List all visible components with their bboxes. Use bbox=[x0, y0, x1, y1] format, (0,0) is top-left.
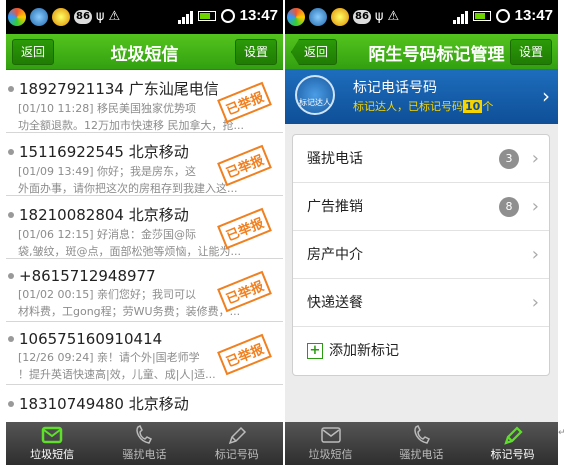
chevron-right-icon: › bbox=[531, 148, 539, 169]
chevron-right-icon: › bbox=[542, 84, 550, 108]
app-icon-2 bbox=[309, 8, 327, 26]
mark-expert-banner[interactable]: 标记达人 标记电话号码 标记达人，已标记号码 10 个 › bbox=[285, 70, 558, 124]
chevron-right-icon: › bbox=[531, 244, 539, 265]
alarm-icon bbox=[220, 8, 235, 23]
app-icon-3 bbox=[331, 8, 349, 26]
status-bar: 86 ψ ⚠ 13:47 bbox=[285, 0, 558, 34]
battery-icon bbox=[197, 10, 216, 21]
edge-mark: ↵ bbox=[558, 428, 564, 438]
tab-spam-sms[interactable]: 垃圾短信 bbox=[285, 422, 376, 465]
signal-icon bbox=[452, 8, 468, 24]
warning-icon: ⚠ bbox=[387, 9, 400, 24]
category-item-ads[interactable]: 广告推销 8 › bbox=[293, 183, 549, 231]
category-count-badge: 3 bbox=[499, 149, 519, 169]
tab-label: 垃圾短信 bbox=[30, 448, 75, 461]
expert-badge-icon: 标记达人 bbox=[295, 75, 335, 115]
list-item[interactable]: +8615712948977 [01/02 00:15] 亲们您好；我司可以 材… bbox=[6, 259, 283, 322]
category-label: 广告推销 bbox=[307, 199, 363, 215]
usb-icon: ψ bbox=[95, 9, 105, 24]
tab-label: 标记号码 bbox=[214, 448, 259, 461]
app-icon-3 bbox=[52, 8, 70, 26]
app-icon-2 bbox=[30, 8, 48, 26]
add-new-mark-button[interactable]: + 添加新标记 bbox=[293, 327, 549, 375]
list-item[interactable]: 15116922545 北京移动 [01/09 13:49] 你好；我是房东，这… bbox=[6, 133, 283, 196]
app-icon-1 bbox=[8, 8, 26, 26]
pen-icon bbox=[228, 426, 246, 445]
badge-icon-text: 标记达人 bbox=[299, 98, 331, 107]
settings-button[interactable]: 设置 bbox=[509, 39, 552, 65]
message-preview: 材料费，工gong程；劳WU务费；装修费，... bbox=[18, 305, 241, 318]
tab-harass-calls[interactable]: 骚扰电话 bbox=[98, 422, 190, 465]
tab-marked-numbers[interactable]: 标记号码 bbox=[191, 422, 283, 465]
banner-sub-prefix: 标记达人，已标记号码 bbox=[353, 100, 463, 113]
message-preview: 功全额退款。12万加市快速移 民加拿大，抢... bbox=[18, 119, 244, 132]
envelope-icon bbox=[41, 426, 63, 444]
category-count-badge: 8 bbox=[499, 197, 519, 217]
chevron-right-icon: › bbox=[531, 292, 539, 313]
tab-label: 骚扰电话 bbox=[399, 448, 444, 461]
marked-count: 10 bbox=[463, 100, 483, 113]
app-icon-1 bbox=[287, 8, 305, 26]
signal-icon bbox=[177, 8, 193, 24]
status-bar: 86 ψ ⚠ 13:47 bbox=[6, 0, 283, 34]
notification-badge: 86 bbox=[74, 10, 92, 24]
mark-manage-screen: 86 ψ ⚠ 13:47 返回 陌生号码标记管理 设置 标记达人 标记电话号码 … bbox=[285, 0, 558, 465]
bottom-tab-bar: 垃圾短信 骚扰电话 标记号码 bbox=[285, 422, 558, 465]
tab-harass-calls[interactable]: 骚扰电话 bbox=[376, 422, 467, 465]
banner-subtitle: 标记达人，已标记号码 10 个 bbox=[353, 98, 493, 114]
tab-marked-numbers[interactable]: 标记号码 bbox=[467, 422, 558, 465]
message-preview: ！提升英语快速高|效，儿童、成|人|适... bbox=[18, 368, 216, 381]
chevron-right-icon: › bbox=[531, 196, 539, 217]
category-label: 快递送餐 bbox=[307, 295, 363, 311]
spam-sms-screen: 86 ψ ⚠ 13:47 返回 垃圾短信 设置 18927921134 广东汕尾… bbox=[6, 0, 283, 465]
message-list: 18927921134 广东汕尾电信 [01/10 11:28] 移民美国独家优… bbox=[6, 70, 283, 448]
tab-label: 垃圾短信 bbox=[308, 448, 353, 461]
category-item-harass[interactable]: 骚扰电话 3 › bbox=[293, 135, 549, 183]
notification-badge: 86 bbox=[353, 10, 371, 24]
banner-title: 标记电话号码 bbox=[353, 80, 437, 96]
title-bar: 返回 垃圾短信 设置 bbox=[6, 34, 283, 70]
tab-label: 标记号码 bbox=[490, 448, 535, 461]
category-label: 骚扰电话 bbox=[307, 151, 363, 167]
list-item[interactable]: 106575160910414 [12/26 09:24] 亲！请个外|国老师学… bbox=[6, 322, 283, 385]
title-bar: 返回 陌生号码标记管理 设置 bbox=[285, 34, 558, 70]
usb-icon: ψ bbox=[374, 9, 384, 24]
phone-icon bbox=[413, 425, 430, 444]
category-item-realestate[interactable]: 房产中介 › bbox=[293, 231, 549, 279]
pen-icon bbox=[503, 426, 523, 445]
banner-sub-suffix: 个 bbox=[482, 100, 494, 113]
list-item[interactable]: 18210082804 北京移动 [01/06 12:15] 好消息：金莎国@际… bbox=[6, 196, 283, 259]
bottom-tab-bar: 垃圾短信 骚扰电话 标记号码 bbox=[6, 422, 283, 465]
phone-icon bbox=[136, 425, 153, 444]
category-item-delivery[interactable]: 快递送餐 › bbox=[293, 279, 549, 327]
mark-category-list: 骚扰电话 3 › 广告推销 8 › 房产中介 › 快递送餐 › + 添加新标记 bbox=[292, 134, 550, 376]
clock-time: 13:47 bbox=[514, 7, 553, 24]
settings-button[interactable]: 设置 bbox=[234, 39, 277, 65]
list-item[interactable]: 18927921134 广东汕尾电信 [01/10 11:28] 移民美国独家优… bbox=[6, 70, 283, 133]
sender-number: 18310749480 北京移动 bbox=[18, 393, 283, 414]
category-label: 房产中介 bbox=[307, 247, 363, 263]
tab-spam-sms[interactable]: 垃圾短信 bbox=[6, 422, 98, 465]
message-preview: 外面办事，请你把这次的房租存到我建入这... bbox=[18, 182, 238, 195]
battery-icon bbox=[472, 10, 491, 21]
plus-icon: + bbox=[307, 343, 323, 359]
clock-time: 13:47 bbox=[239, 7, 278, 24]
warning-icon: ⚠ bbox=[108, 9, 121, 24]
envelope-icon bbox=[320, 427, 341, 443]
alarm-icon bbox=[495, 8, 510, 23]
tab-label: 骚扰电话 bbox=[122, 448, 167, 461]
add-mark-label: 添加新标记 bbox=[329, 343, 399, 359]
message-preview: 袋,皱纹，斑@点，面部松弛等烦恼，让能为... bbox=[18, 245, 241, 258]
